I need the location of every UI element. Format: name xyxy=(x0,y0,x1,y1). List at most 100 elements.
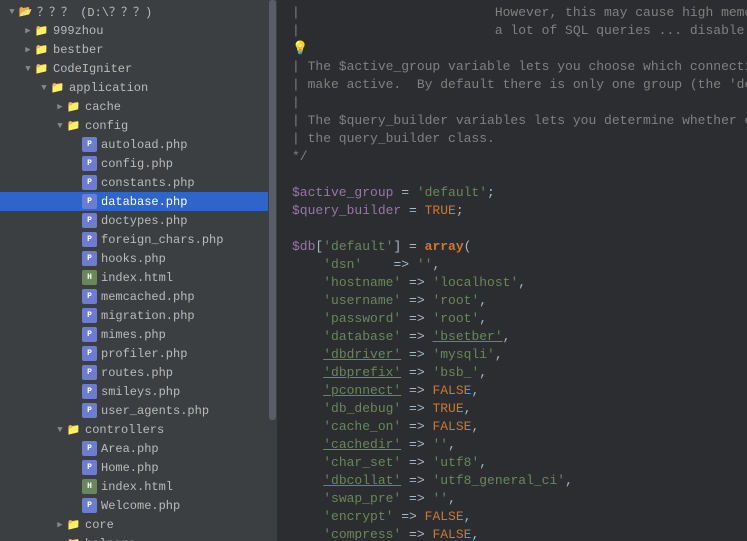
folder-icon xyxy=(66,422,81,437)
tree-label: doctypes.php xyxy=(101,214,187,228)
editor-gutter xyxy=(278,0,288,541)
tree-node-index-html[interactable]: index.html xyxy=(0,268,277,287)
tree-node-constants-php[interactable]: constants.php xyxy=(0,173,277,192)
tree-node-helpers[interactable]: helpers xyxy=(0,534,277,541)
tree-label: helpers xyxy=(85,537,135,541)
tree-label: Area.php xyxy=(101,442,159,456)
tree-label: Home.php xyxy=(101,461,159,475)
tree-node-migration-php[interactable]: migration.php xyxy=(0,306,277,325)
tree-node-foreign-chars-php[interactable]: foreign_chars.php xyxy=(0,230,277,249)
php-file-icon xyxy=(82,384,97,399)
tree-arrow-icon[interactable] xyxy=(22,45,34,55)
tree-node------d------[interactable]: ？？？ (D:\？？？) xyxy=(0,2,277,21)
folder-icon xyxy=(34,61,49,76)
tree-node-user-agents-php[interactable]: user_agents.php xyxy=(0,401,277,420)
tree-label: 999zhou xyxy=(53,24,103,38)
folder-icon xyxy=(66,118,81,133)
code-content: | However, this may cause high memory us… xyxy=(292,4,747,541)
tree-arrow-icon[interactable] xyxy=(54,121,66,131)
tree-label: autoload.php xyxy=(101,138,187,152)
tree-node-profiler-php[interactable]: profiler.php xyxy=(0,344,277,363)
tree-node-codeigniter[interactable]: CodeIgniter xyxy=(0,59,277,78)
tree-label: mimes.php xyxy=(101,328,166,342)
html-file-icon xyxy=(82,270,97,285)
tree-label: migration.php xyxy=(101,309,195,323)
html-file-icon xyxy=(82,479,97,494)
ide-root: ？？？ (D:\？？？) 999zhou bestber CodeIgniter app… xyxy=(0,0,747,541)
tree-node-home-php[interactable]: Home.php xyxy=(0,458,277,477)
folder-icon xyxy=(66,536,81,541)
php-file-icon xyxy=(82,498,97,513)
tree-label: constants.php xyxy=(101,176,195,190)
tree-node-mimes-php[interactable]: mimes.php xyxy=(0,325,277,344)
tree-label: memcached.php xyxy=(101,290,195,304)
project-icon xyxy=(18,4,33,19)
php-file-icon xyxy=(82,365,97,380)
tree-node-routes-php[interactable]: routes.php xyxy=(0,363,277,382)
tree-node-core[interactable]: core xyxy=(0,515,277,534)
tree-node-doctypes-php[interactable]: doctypes.php xyxy=(0,211,277,230)
tree-label: Welcome.php xyxy=(101,499,180,513)
tree-arrow-icon[interactable] xyxy=(54,102,66,112)
php-file-icon xyxy=(82,460,97,475)
php-file-icon xyxy=(82,289,97,304)
php-file-icon xyxy=(82,137,97,152)
tree-label: index.html xyxy=(101,480,173,494)
tree-arrow-icon[interactable] xyxy=(54,520,66,530)
php-file-icon xyxy=(82,308,97,323)
folder-icon xyxy=(34,23,49,38)
tree-label: hooks.php xyxy=(101,252,166,266)
php-file-icon xyxy=(82,232,97,247)
php-file-icon xyxy=(82,327,97,342)
tree-node-config-php[interactable]: config.php xyxy=(0,154,277,173)
file-tree[interactable]: ？？？ (D:\？？？) 999zhou bestber CodeIgniter app… xyxy=(0,0,277,541)
tree-node-area-php[interactable]: Area.php xyxy=(0,439,277,458)
tree-node-bestber[interactable]: bestber xyxy=(0,40,277,59)
folder-icon xyxy=(50,80,65,95)
tree-node-config[interactable]: config xyxy=(0,116,277,135)
tree-label: cache xyxy=(85,100,121,114)
tree-node-autoload-php[interactable]: autoload.php xyxy=(0,135,277,154)
tree-label: user_agents.php xyxy=(101,404,209,418)
tree-label: ？？？ (D:\？？？) xyxy=(37,3,152,20)
tree-arrow-icon[interactable] xyxy=(22,64,34,74)
tree-arrow-icon[interactable] xyxy=(54,425,66,435)
tree-node-index-html[interactable]: index.html xyxy=(0,477,277,496)
scrollbar-thumb[interactable] xyxy=(269,0,276,420)
tree-node-welcome-php[interactable]: Welcome.php xyxy=(0,496,277,515)
tree-node-memcached-php[interactable]: memcached.php xyxy=(0,287,277,306)
tree-label: index.html xyxy=(101,271,173,285)
tree-arrow-icon[interactable] xyxy=(38,83,50,93)
sidebar-scrollbar[interactable] xyxy=(268,0,277,541)
tree-node-cache[interactable]: cache xyxy=(0,97,277,116)
tree-label: routes.php xyxy=(101,366,173,380)
tree-node-smileys-php[interactable]: smileys.php xyxy=(0,382,277,401)
tree-label: foreign_chars.php xyxy=(101,233,223,247)
tree-node-application[interactable]: application xyxy=(0,78,277,97)
php-file-icon xyxy=(82,251,97,266)
folder-icon xyxy=(66,99,81,114)
tree-node-999zhou[interactable]: 999zhou xyxy=(0,21,277,40)
php-file-icon xyxy=(82,346,97,361)
tree-label: controllers xyxy=(85,423,164,437)
project-tree-panel[interactable]: ？？？ (D:\？？？) 999zhou bestber CodeIgniter app… xyxy=(0,0,278,541)
intention-bulb-icon[interactable]: 💡 xyxy=(292,41,308,56)
tree-label: application xyxy=(69,81,148,95)
tree-label: profiler.php xyxy=(101,347,187,361)
tree-node-hooks-php[interactable]: hooks.php xyxy=(0,249,277,268)
php-file-icon xyxy=(82,194,97,209)
tree-node-controllers[interactable]: controllers xyxy=(0,420,277,439)
php-file-icon xyxy=(82,213,97,228)
tree-arrow-icon[interactable] xyxy=(22,26,34,36)
tree-label: bestber xyxy=(53,43,103,57)
php-file-icon xyxy=(82,175,97,190)
tree-label: config xyxy=(85,119,128,133)
code-area[interactable]: | However, this may cause high memory us… xyxy=(288,0,747,541)
tree-node-database-php[interactable]: database.php xyxy=(0,192,277,211)
folder-icon xyxy=(66,517,81,532)
code-editor[interactable]: | However, this may cause high memory us… xyxy=(278,0,747,541)
tree-label: core xyxy=(85,518,114,532)
tree-arrow-icon[interactable] xyxy=(6,7,18,17)
tree-label: smileys.php xyxy=(101,385,180,399)
php-file-icon xyxy=(82,403,97,418)
